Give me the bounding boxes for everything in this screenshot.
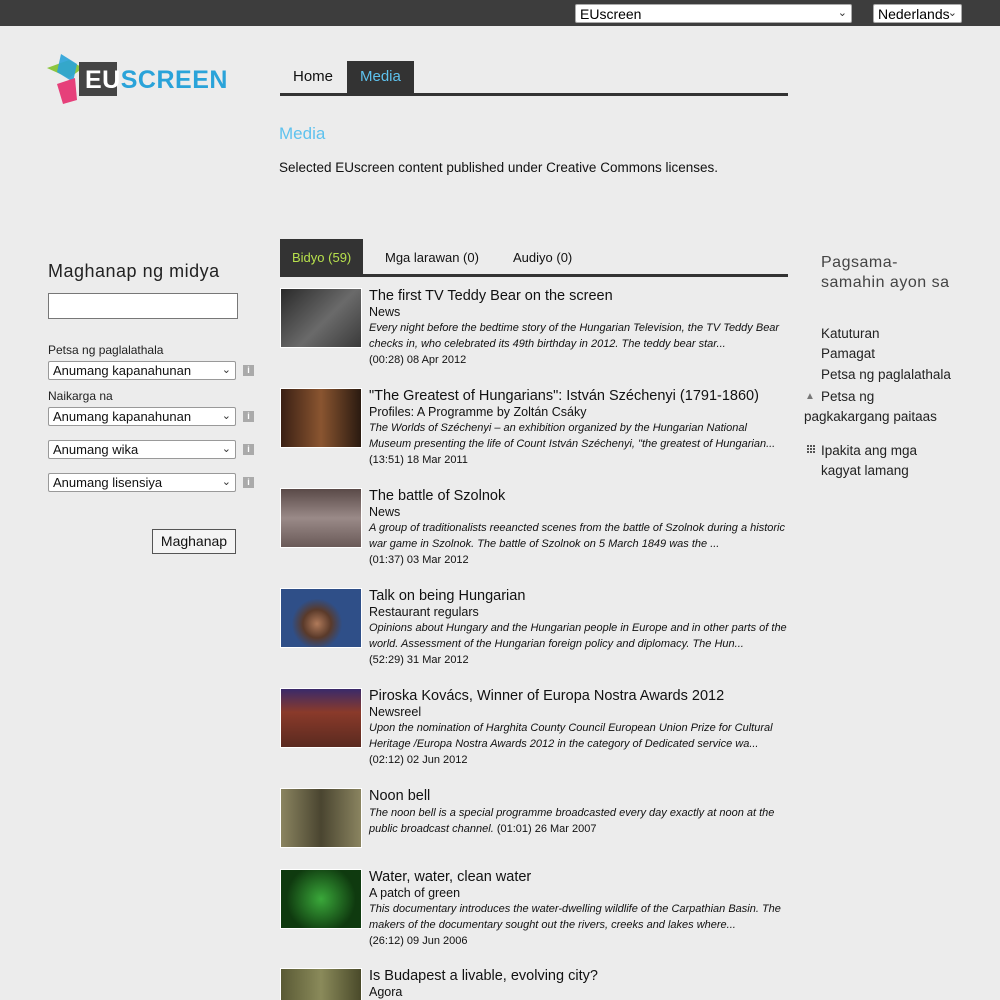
result-subtitle: Profiles: A Programme by Zoltán Csáky — [369, 405, 587, 419]
result-subtitle: News — [369, 305, 401, 319]
chevron-down-icon: ⌄ — [221, 443, 231, 455]
language-select-value: Nederlands — [878, 6, 950, 22]
tab-video[interactable]: Bidyo (59) — [280, 239, 364, 274]
language-select[interactable]: Nederlands ⌄ — [873, 4, 962, 23]
sort-title[interactable]: Pamagat — [821, 346, 875, 361]
nav-home[interactable]: Home — [280, 61, 346, 93]
published-date-select[interactable]: Anumang kapanahunan ⌄ — [48, 361, 236, 380]
result-meta: (26:12) 09 Jun 2006 — [369, 935, 468, 947]
search-heading: Maghanap ng midya — [48, 261, 220, 281]
uploaded-value: Anumang kapanahunan — [53, 409, 192, 424]
search-input[interactable] — [48, 293, 238, 319]
license-select[interactable]: Anumang lisensiya ⌄ — [48, 473, 236, 492]
result-description: Upon the nomination of Harghita County C… — [369, 722, 773, 750]
page-description: Selected EUscreen content published unde… — [279, 160, 718, 175]
sort-upload-date[interactable]: Petsa ng pagkakargang paitaas — [804, 387, 954, 427]
logo-wordmark: EUSCREEN — [85, 66, 228, 95]
result-title[interactable]: Noon bell — [369, 788, 789, 805]
sort-publication-date[interactable]: Petsa ng paglalathala — [821, 367, 951, 382]
euscreen-logo[interactable]: EUSCREEN — [47, 54, 227, 106]
page-title: Media — [279, 124, 326, 143]
result-meta: (52:29) 31 Mar 2012 — [369, 654, 469, 666]
result-description: Every night before the bedtime story of … — [369, 322, 780, 350]
result-title[interactable]: Is Budapest a livable, evolving city? — [369, 968, 789, 985]
result-subtitle: News — [369, 505, 401, 519]
info-icon[interactable]: i — [243, 477, 254, 488]
result-subtitle: A patch of green — [369, 886, 461, 900]
logo-eu: EU — [85, 66, 121, 94]
sort-relevance[interactable]: Katuturan — [821, 326, 880, 341]
result-meta: (01:37) 03 Mar 2012 — [369, 554, 469, 566]
site-select-value: EUscreen — [580, 6, 642, 22]
video-thumbnail[interactable] — [280, 388, 362, 448]
video-thumbnail[interactable] — [280, 688, 362, 748]
show-instant-toggle[interactable]: Ipakita ang mga kagyat lamang — [821, 441, 951, 481]
grid-icon — [807, 445, 816, 454]
result-meta: (02:12) 02 Jun 2012 — [369, 754, 468, 766]
uploaded-label: Naikarga na — [48, 389, 113, 403]
chevron-down-icon: ⌄ — [221, 410, 231, 422]
result-description: The Worlds of Széchenyi – an exhibition … — [369, 422, 776, 450]
result-subtitle: Restaurant regulars — [369, 605, 479, 619]
video-thumbnail[interactable] — [280, 488, 362, 548]
result-title[interactable]: The first TV Teddy Bear on the screen — [369, 288, 789, 305]
video-thumbnail[interactable] — [280, 288, 362, 348]
site-select[interactable]: EUscreen ⌄ — [575, 4, 852, 23]
result-description: This documentary introduces the water-dw… — [369, 903, 781, 931]
tab-audio[interactable]: Audiyo (0) — [501, 239, 584, 274]
video-thumbnail[interactable] — [280, 968, 362, 1000]
video-thumbnail[interactable] — [280, 588, 362, 648]
info-icon[interactable]: i — [243, 444, 254, 455]
main-nav: Home Media — [280, 61, 788, 96]
sort-heading: Pagsama-samahin ayon sa — [821, 254, 950, 291]
search-button[interactable]: Maghanap — [152, 529, 236, 554]
result-description: A group of traditionalists reeancted sce… — [369, 522, 785, 550]
language-filter-select[interactable]: Anumang wika ⌄ — [48, 440, 236, 459]
result-meta: (13:51) 18 Mar 2011 — [369, 454, 468, 466]
license-value: Anumang lisensiya — [53, 475, 163, 490]
result-title[interactable]: Talk on being Hungarian — [369, 588, 789, 605]
result-title[interactable]: Piroska Kovács, Winner of Europa Nostra … — [369, 688, 789, 705]
result-title[interactable]: "The Greatest of Hungarians": István Szé… — [369, 388, 789, 405]
nav-media[interactable]: Media — [347, 61, 414, 93]
published-date-value: Anumang kapanahunan — [53, 363, 192, 378]
media-tabs: Bidyo (59) Mga larawan (0) Audiyo (0) — [280, 239, 788, 277]
result-title[interactable]: Water, water, clean water — [369, 869, 789, 886]
published-date-label: Petsa ng paglalathala — [48, 343, 164, 357]
result-meta: (00:28) 08 Apr 2012 — [369, 354, 467, 366]
result-description: Opinions about Hungary and the Hungarian… — [369, 622, 787, 650]
info-icon[interactable]: i — [243, 365, 254, 376]
video-thumbnail[interactable] — [280, 869, 362, 929]
result-title[interactable]: The battle of Szolnok — [369, 488, 789, 505]
info-icon[interactable]: i — [243, 411, 254, 422]
chevron-down-icon: ⌄ — [837, 7, 847, 19]
video-thumbnail[interactable] — [280, 788, 362, 848]
tab-images[interactable]: Mga larawan (0) — [373, 239, 491, 274]
chevron-down-icon: ⌄ — [947, 7, 957, 19]
uploaded-select[interactable]: Anumang kapanahunan ⌄ — [48, 407, 236, 426]
logo-screen: SCREEN — [120, 66, 228, 94]
result-subtitle: Agora — [369, 985, 403, 999]
language-filter-value: Anumang wika — [53, 442, 139, 457]
chevron-down-icon: ⌄ — [221, 364, 231, 376]
result-subtitle: Newsreel — [369, 705, 422, 719]
result-meta: (01:01) 26 Mar 2007 — [496, 823, 597, 835]
chevron-down-icon: ⌄ — [221, 476, 231, 488]
